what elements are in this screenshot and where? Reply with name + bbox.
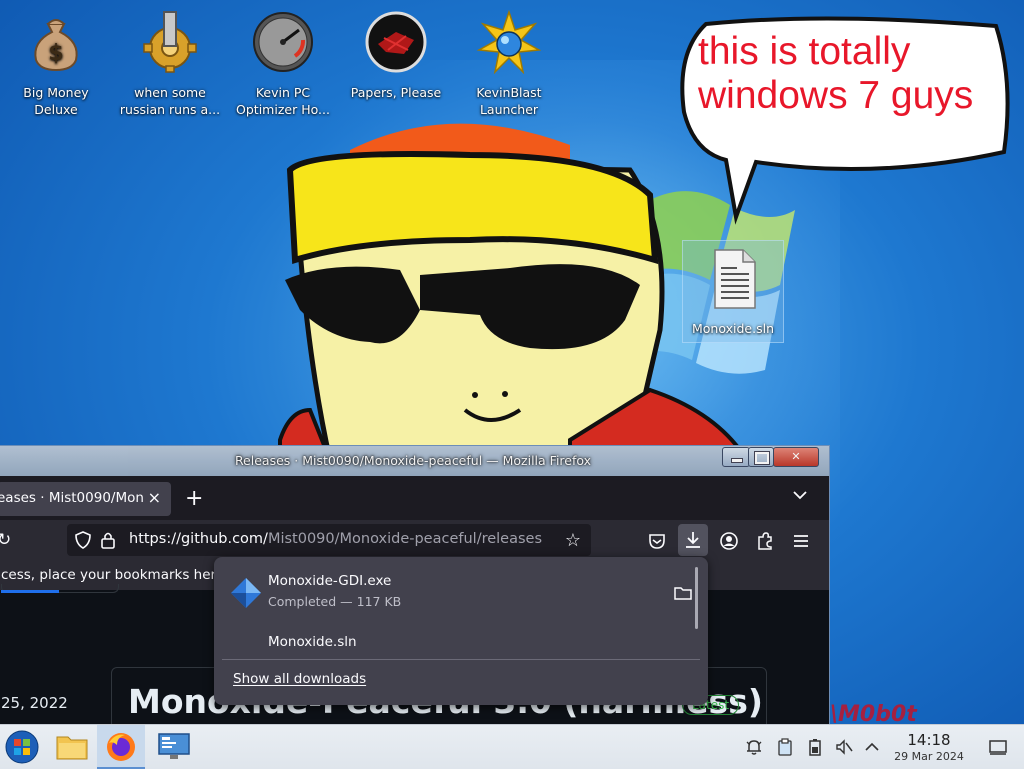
document-icon <box>714 249 756 309</box>
tab-bar: eases · Mist0090/Mon × + <box>0 476 829 520</box>
navigation-toolbar: ↻ https://github.com/Mist0090/Monoxide-p… <box>0 520 829 562</box>
speech-bubble-text: this is totally windows 7 guys <box>698 30 974 117</box>
battery-icon[interactable] <box>806 738 824 756</box>
page-progress-underline <box>1 590 59 593</box>
desktop-icon-papers-please[interactable]: Papers, Please <box>340 4 452 101</box>
desktop-icon-label: KevinBlast Launcher <box>476 85 542 117</box>
url-path: Mist0090/Monoxide-peaceful/releases <box>267 531 543 547</box>
money-bag-icon: $ <box>34 19 78 72</box>
tab-close-icon[interactable]: × <box>148 488 161 507</box>
url-text: https://github.com/Mist0090/Monoxide-pea… <box>129 531 542 547</box>
firefox-icon <box>107 733 135 761</box>
desktop-icon-label: Monoxide.sln <box>692 321 774 336</box>
downloads-scrollbar[interactable] <box>695 567 698 629</box>
window-title: Releases · Mist0090/Monoxide-peaceful — … <box>234 453 592 468</box>
url-bar[interactable]: https://github.com/Mist0090/Monoxide-pea… <box>67 524 591 556</box>
downloads-panel: Monoxide-GDI.exe Completed — 117 KB Mono… <box>214 557 708 705</box>
desktop-icon-label: when some russian runs a... <box>119 85 221 117</box>
maximize-button[interactable] <box>748 447 774 467</box>
chevron-up-icon[interactable] <box>863 738 881 756</box>
new-tab-button[interactable]: + <box>185 486 203 511</box>
clipboard-icon[interactable] <box>776 738 794 756</box>
minimize-button[interactable] <box>722 447 750 467</box>
reload-icon[interactable]: ↻ <box>0 530 11 550</box>
desktop-icon-kevin-pc-optimizer[interactable]: Kevin PC Optimizer Ho... <box>227 4 339 118</box>
download-item[interactable]: Monoxide-GDI.exe Completed — 117 KB <box>220 565 696 619</box>
show-desktop-icon[interactable] <box>988 738 1008 756</box>
bookmark-star-icon[interactable]: ☆ <box>565 530 581 551</box>
folder-icon[interactable] <box>674 585 692 601</box>
start-button[interactable] <box>0 725 46 769</box>
release-date: 25, 2022 <box>1 694 68 712</box>
desktop-icon-label: Big Money Deluxe <box>23 85 89 117</box>
desktop-icon-label: Papers, Please <box>350 85 442 100</box>
tab-title: eases · Mist0090/Mon <box>0 490 144 506</box>
downloads-button[interactable] <box>678 524 708 556</box>
folder-icon <box>56 736 88 760</box>
show-all-downloads-button[interactable]: Show all downloads <box>233 671 366 687</box>
taskbar-system-settings[interactable] <box>150 725 198 769</box>
shield-icon[interactable] <box>75 531 91 549</box>
divider <box>222 659 700 660</box>
monitor-settings-icon <box>158 733 190 759</box>
hamburger-menu-icon[interactable] <box>791 531 811 551</box>
starburst-icon <box>476 9 542 75</box>
desktop-icon-monoxide-sln[interactable]: Monoxide.sln <box>682 240 784 343</box>
red-seal-icon <box>365 11 427 73</box>
speedometer-icon <box>253 12 313 72</box>
notifications-bell-icon[interactable] <box>745 738 763 756</box>
url-host: https://github.com/ <box>129 531 268 547</box>
clock-date[interactable]: 29 Mar 2024 <box>886 750 972 763</box>
download-filename[interactable]: Monoxide.sln <box>268 634 357 650</box>
desktop-icon-label: Kevin PC Optimizer Ho... <box>236 85 330 117</box>
download-icon <box>686 532 700 548</box>
gears-icon <box>143 11 197 73</box>
chevron-down-icon <box>793 491 807 500</box>
lock-icon[interactable] <box>101 531 115 549</box>
desktop-icon-kevinblast-launcher[interactable]: KevinBlast Launcher <box>453 4 565 118</box>
account-icon[interactable] <box>719 531 739 551</box>
list-all-tabs-button[interactable] <box>793 488 807 504</box>
window-titlebar[interactable]: Releases · Mist0090/Monoxide-peaceful — … <box>0 446 829 476</box>
pocket-icon[interactable] <box>647 531 667 551</box>
tab-releases[interactable]: eases · Mist0090/Mon × <box>0 482 171 516</box>
desktop-icon-russian-runs[interactable]: when some russian runs a... <box>114 4 226 118</box>
bookmarks-hint: cess, place your bookmarks here <box>1 567 225 583</box>
download-filename: Monoxide-GDI.exe <box>268 573 392 589</box>
windows-orb-icon <box>5 730 39 764</box>
exe-file-icon <box>231 578 261 608</box>
extensions-icon[interactable] <box>755 531 775 551</box>
close-window-button[interactable]: ✕ <box>773 447 819 467</box>
clock-time[interactable]: 14:18 <box>896 731 962 749</box>
download-status: Completed — 117 KB <box>268 594 402 609</box>
taskbar: 14:18 29 Mar 2024 <box>0 724 1024 769</box>
taskbar-firefox[interactable] <box>97 725 145 769</box>
desktop-icon-big-money-deluxe[interactable]: $ Big Money Deluxe <box>0 4 112 118</box>
svg-text:$: $ <box>48 41 63 66</box>
volume-muted-icon[interactable] <box>835 738 853 756</box>
taskbar-file-explorer[interactable] <box>48 725 96 769</box>
